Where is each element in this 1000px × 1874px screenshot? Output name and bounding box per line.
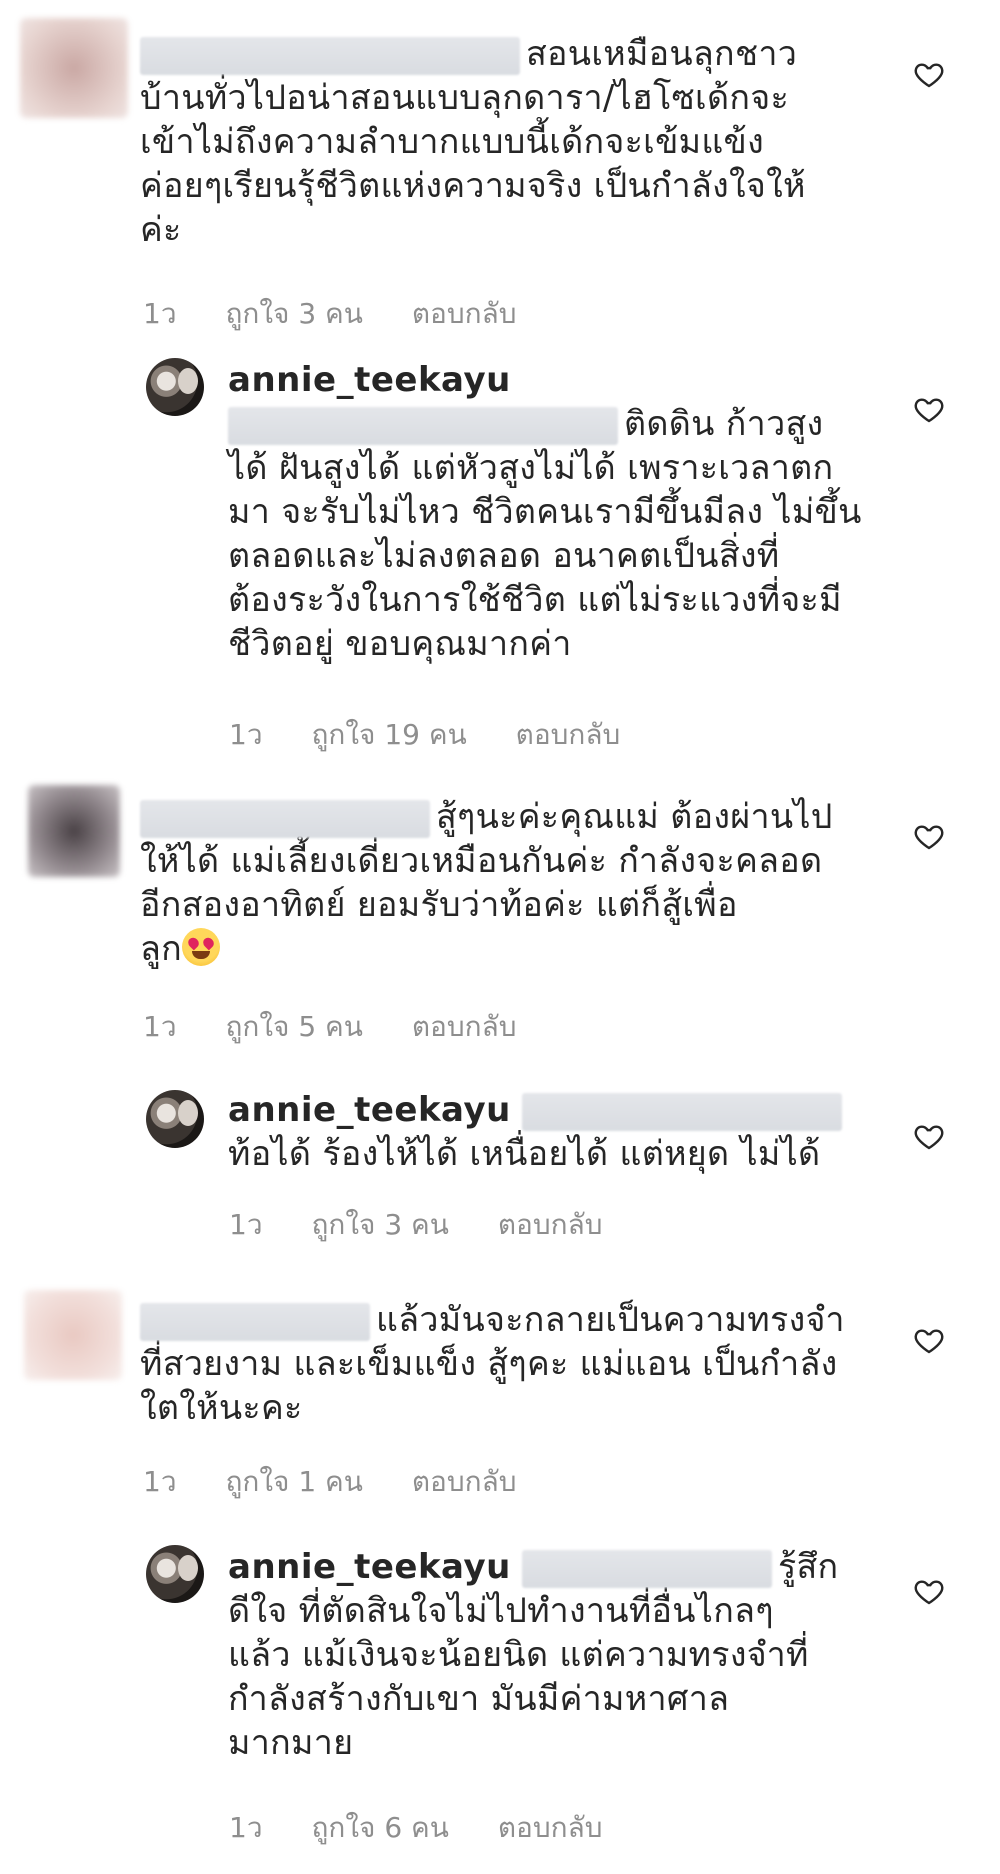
likes-count[interactable]: ถูกใจ 3 คน	[225, 292, 362, 336]
redacted-username	[228, 406, 618, 445]
redacted-username	[521, 1092, 842, 1131]
redacted-username	[140, 36, 520, 75]
comment-line: สอนเหมือนลุกชาว	[526, 34, 798, 74]
comment-line: แล้วมันจะกลายเป็นความทรงจำ	[376, 1300, 845, 1340]
comment-text: annie_teekayu รู้สึก ดีใจ ที่ตัดสินใจไม่…	[228, 1545, 838, 1765]
timestamp: 1ว	[229, 1208, 263, 1241]
timestamp: 1ว	[229, 1811, 263, 1844]
comment-line: สู้ๆนะค่ะคุณแม่ ต้องผ่านไป	[436, 797, 833, 837]
redacted-username	[521, 1549, 772, 1588]
reply-button[interactable]: ตอบกลับ	[412, 1005, 517, 1049]
comment-line: อีกสองอาทิตย์ ยอมรับว่าท้อค่ะ แต่ก็สู้เพ…	[140, 885, 738, 925]
likes-count[interactable]: ถูกใจ 3 คน	[311, 1203, 448, 1247]
avatar[interactable]	[146, 1545, 204, 1603]
reply-button[interactable]: ตอบกลับ	[412, 292, 517, 336]
comment-meta: 1ว ถูกใจ 1 คน ตอบกลับ	[143, 1460, 557, 1504]
comment-line: ค่ะ	[140, 210, 182, 250]
comment-line: ลูก	[140, 929, 183, 969]
avatar[interactable]	[20, 18, 128, 118]
comment-text: สู้ๆนะค่ะคุณแม่ ต้องผ่านไป ให้ได้ แม่เลี…	[140, 795, 833, 971]
redacted-username	[140, 1302, 370, 1341]
comment-line: ติดดิน ก้าวสูง	[624, 404, 824, 444]
timestamp: 1ว	[143, 1010, 177, 1043]
comment-line: กำลังสร้างกับเขา มันมีค่ามหาศาล	[228, 1679, 730, 1719]
comment-line: ดีใจ ที่ตัดสินใจไม่ไปทำงานที่อื่นไกลๆ	[228, 1591, 774, 1631]
avatar[interactable]	[28, 785, 120, 877]
comment-line: รู้สึก	[777, 1547, 839, 1587]
reply-button[interactable]: ตอบกลับ	[498, 1203, 603, 1247]
comment-text: annie_teekayu ติดดิน ก้าวสูง ได้ ฝันสูงไ…	[228, 358, 862, 666]
heart-outline-icon[interactable]	[913, 393, 945, 425]
heart-eyes-emoji	[182, 928, 221, 966]
comment-meta: 1ว ถูกใจ 5 คน ตอบกลับ	[143, 1005, 557, 1049]
avatar[interactable]	[146, 1090, 204, 1148]
comment-text: annie_teekayu ท้อได้ ร้องไห้ได้ เหนื่อยไ…	[228, 1088, 848, 1176]
comment-line: มา จะรับไม่ไหว ชีวิตคนเรามีขึ้นมีลง ไม่ข…	[228, 492, 862, 532]
comment-line: ชีวิตอยู่ ขอบคุณมากค่า	[228, 624, 572, 664]
comment-line: บ้านทั่วไปอน่าสอนแบบลุกดารา/ไฮโซเด้กจะ	[140, 78, 790, 118]
heart-outline-icon[interactable]	[913, 1324, 945, 1356]
reply-button[interactable]: ตอบกลับ	[516, 713, 621, 757]
likes-count[interactable]: ถูกใจ 6 คน	[311, 1806, 448, 1850]
comment-text: สอนเหมือนลุกชาว บ้านทั่วไปอน่าสอนแบบลุกด…	[140, 32, 806, 252]
comment-meta: 1ว ถูกใจ 6 คน ตอบกลับ	[229, 1806, 643, 1850]
username[interactable]: annie_teekayu	[228, 1547, 511, 1587]
comment-line: ได้ ฝันสูงได้ แต่หัวสูงไม่ได้ เพราะเวลาต…	[228, 448, 834, 488]
comment-text: แล้วมันจะกลายเป็นความทรงจำ ที่สวยงาม และ…	[140, 1298, 845, 1430]
comment-meta: 1ว ถูกใจ 3 คน ตอบกลับ	[229, 1203, 643, 1247]
avatar[interactable]	[146, 358, 204, 416]
comment-line: ต้องระวังในการใช้ชีวิต แต่ไม่ระแวงที่จะม…	[228, 580, 842, 620]
comment-line: ให้ได้ แม่เลี้ยงเดี่ยวเหมือนกันค่ะ กำลัง…	[140, 841, 823, 881]
timestamp: 1ว	[143, 1465, 177, 1498]
comment-line: ค่อยๆเรียนรุ้ชีวิตแห่งความจริง เป็นกำลัง…	[140, 166, 806, 206]
comment-line: เข้าไม่ถึงความลำบากแบบนี้เด้กจะเข้มแข้ง	[140, 122, 765, 162]
comment-line: ใตให้นะคะ	[140, 1388, 303, 1428]
comment-line: มากมาย	[228, 1723, 354, 1763]
comment-line: ท้อได้ ร้องไห้ได้ เหนื่อยได้ แต่หยุด ไม่…	[228, 1134, 821, 1174]
heart-outline-icon[interactable]	[913, 1575, 945, 1607]
likes-count[interactable]: ถูกใจ 5 คน	[225, 1005, 362, 1049]
comment-meta: 1ว ถูกใจ 19 คน ตอบกลับ	[229, 713, 660, 757]
comment-line: ตลอดและไม่ลงตลอด อนาคตเป็นสิ่งที่	[228, 536, 780, 576]
heart-outline-icon[interactable]	[913, 820, 945, 852]
comment-line: ที่สวยงาม และเข็มแข็ง สู้ๆคะ แม่แอน เป็น…	[140, 1344, 838, 1384]
reply-button[interactable]: ตอบกลับ	[498, 1806, 603, 1850]
heart-outline-icon[interactable]	[913, 1120, 945, 1152]
username[interactable]: annie_teekayu	[228, 1090, 511, 1130]
username[interactable]: annie_teekayu	[228, 360, 511, 400]
reply-button[interactable]: ตอบกลับ	[412, 1460, 517, 1504]
likes-count[interactable]: ถูกใจ 1 คน	[225, 1460, 362, 1504]
comment-line: แล้ว แม้เงินจะน้อยนิด แต่ความทรงจำที่	[228, 1635, 809, 1675]
timestamp: 1ว	[229, 718, 263, 751]
redacted-username	[140, 799, 430, 838]
timestamp: 1ว	[143, 297, 177, 330]
heart-outline-icon[interactable]	[913, 58, 945, 90]
comment-meta: 1ว ถูกใจ 3 คน ตอบกลับ	[143, 292, 557, 336]
likes-count[interactable]: ถูกใจ 19 คน	[311, 713, 466, 757]
avatar[interactable]	[24, 1290, 122, 1380]
